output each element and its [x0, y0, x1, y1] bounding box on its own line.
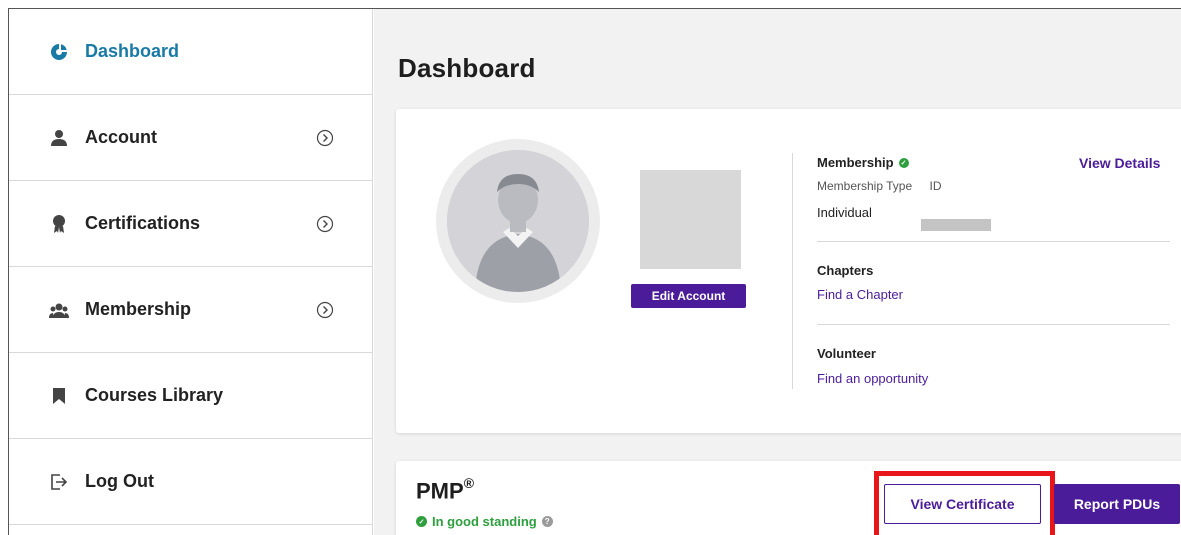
user-icon	[49, 128, 69, 148]
help-icon[interactable]: ?	[541, 516, 553, 527]
report-pdus-button[interactable]: Report PDUs	[1054, 484, 1180, 524]
membership-title: Membership	[817, 155, 894, 170]
view-details-link[interactable]: View Details	[1079, 155, 1160, 171]
edit-account-button[interactable]: Edit Account	[631, 284, 746, 308]
certification-card: PMP® ✓ In good standing ? View Certifica…	[396, 461, 1181, 535]
sidebar: Dashboard Account Certifications Members…	[9, 9, 373, 535]
chapters-title: Chapters	[817, 263, 874, 278]
sidebar-item-account[interactable]: Account	[9, 95, 373, 181]
check-circle-icon: ✓	[898, 157, 909, 168]
sidebar-item-label: Account	[85, 127, 157, 147]
certification-title: PMP®	[416, 475, 475, 504]
id-value-redacted	[921, 219, 991, 231]
chevron-right-icon[interactable]	[316, 301, 334, 319]
standing-status: ✓ In good standing ?	[416, 514, 553, 529]
page-title: Dashboard	[398, 53, 536, 83]
membership-heading: Membership ✓	[817, 155, 909, 170]
divider	[817, 241, 1170, 242]
group-icon	[49, 300, 69, 320]
sidebar-item-label: Courses Library	[85, 385, 224, 405]
bookmark-icon	[49, 386, 69, 406]
default-avatar-icon	[447, 150, 589, 292]
certification-ribbon-icon	[49, 214, 69, 234]
sidebar-item-label: Certifications	[85, 213, 201, 233]
find-opportunity-link[interactable]: Find an opportunity	[817, 371, 928, 386]
id-label: ID	[929, 179, 942, 193]
logout-icon	[49, 472, 69, 492]
sidebar-item-logout[interactable]: Log Out	[9, 439, 373, 525]
membership-type-label-row: Membership Type ID	[817, 179, 942, 193]
divider	[817, 324, 1170, 325]
sidebar-item-certifications[interactable]: Certifications	[9, 181, 373, 267]
view-certificate-button[interactable]: View Certificate	[884, 484, 1041, 524]
sidebar-item-courses-library[interactable]: Courses Library	[9, 353, 373, 439]
status-text: In good standing	[432, 514, 537, 529]
membership-type-value: Individual	[817, 205, 872, 220]
sidebar-item-membership[interactable]: Membership	[9, 267, 373, 353]
certification-name: PMP	[416, 478, 464, 504]
find-chapter-link[interactable]: Find a Chapter	[817, 287, 903, 302]
avatar	[436, 139, 600, 303]
membership-type-label: Membership Type	[817, 179, 913, 193]
divider	[792, 153, 793, 389]
chevron-right-icon[interactable]	[316, 129, 334, 147]
check-circle-icon: ✓	[416, 516, 427, 527]
photo-placeholder	[640, 170, 741, 269]
sidebar-item-dashboard[interactable]: Dashboard	[9, 9, 373, 95]
registered-mark: ®	[463, 475, 475, 491]
sidebar-item-label: Log Out	[85, 471, 154, 491]
sidebar-item-label: Membership	[85, 299, 192, 319]
volunteer-title: Volunteer	[817, 346, 876, 361]
main-content: Dashboard Edit Account Membership ✓ View…	[374, 9, 1181, 535]
dashboard-icon	[49, 42, 69, 62]
profile-card: Edit Account Membership ✓ View Details M…	[396, 109, 1181, 433]
chevron-right-icon[interactable]	[316, 215, 334, 233]
sidebar-item-label: Dashboard	[85, 41, 180, 61]
